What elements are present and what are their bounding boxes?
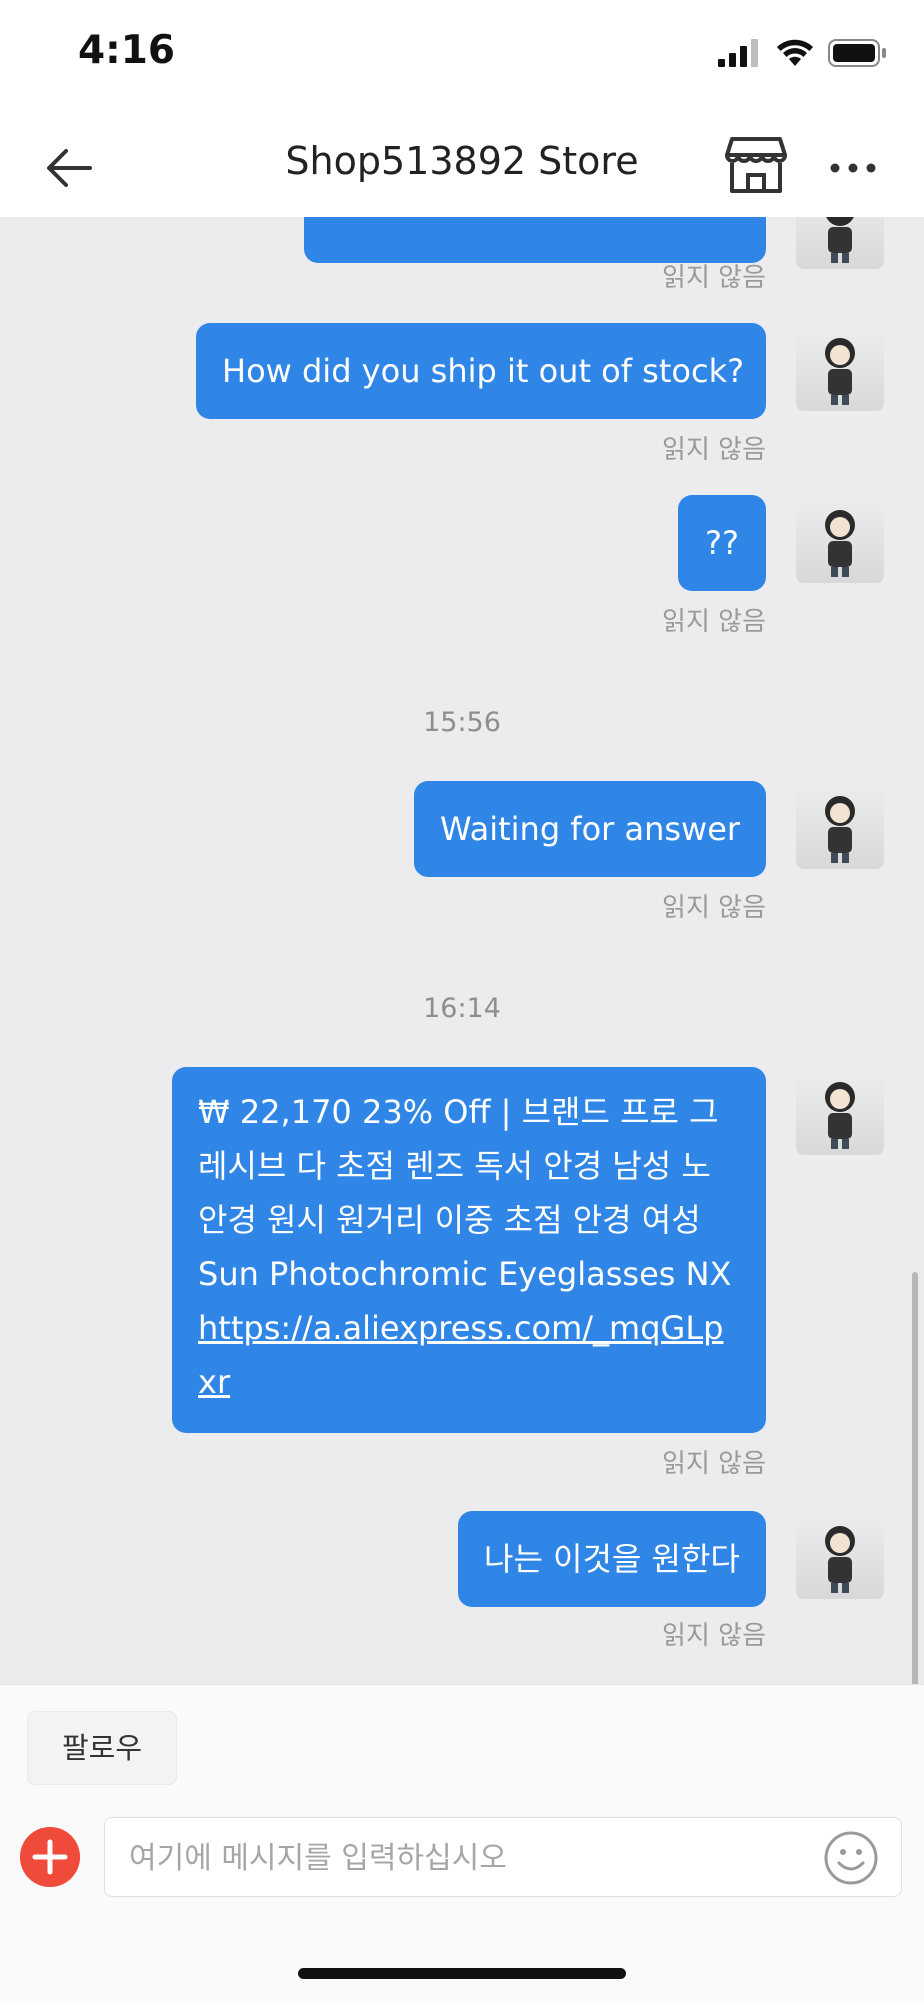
avatar[interactable]	[796, 495, 884, 583]
message-bubble[interactable]: 나는 이것을 원한다	[458, 1511, 766, 1607]
follow-button[interactable]: 팔로우	[27, 1711, 177, 1785]
wifi-icon	[777, 39, 813, 66]
message-input[interactable]	[127, 1818, 811, 1898]
read-status: 읽지 않음	[662, 607, 766, 637]
user-avatar-icon	[825, 1526, 855, 1593]
avatar[interactable]	[796, 781, 884, 869]
chat-scrollbar[interactable]	[912, 1272, 918, 1684]
store-icon[interactable]	[724, 135, 788, 195]
product-share-text: ₩ 22,170 23% Off | 브랜드 프로 그레시브 다 초점 렌즈 독…	[198, 1093, 732, 1293]
status-bar: 4:16	[0, 0, 924, 115]
user-avatar-icon	[826, 217, 854, 263]
emoji-icon[interactable]	[823, 1830, 879, 1886]
read-status: 읽지 않음	[662, 263, 766, 293]
message-composer: 팔로우	[0, 1684, 924, 2001]
add-attachment-icon[interactable]	[20, 1827, 80, 1887]
user-avatar-icon	[825, 338, 855, 405]
home-indicator[interactable]	[298, 1968, 626, 1979]
read-status: 읽지 않음	[662, 1621, 766, 1651]
timestamp-separator: 15:56	[423, 707, 501, 738]
user-avatar-icon	[825, 510, 855, 577]
message-bubble[interactable]: Waiting for answer	[414, 781, 766, 877]
cellular-signal-icon	[718, 39, 758, 67]
product-link[interactable]: https://a.aliexpress.com/_mqGLpxr	[198, 1301, 740, 1409]
message-bubble[interactable]: How did you ship it out of stock?	[196, 323, 766, 419]
message-bubble[interactable]: ??	[678, 495, 766, 591]
read-status: 읽지 않음	[662, 435, 766, 465]
user-avatar-icon	[825, 1082, 855, 1149]
user-avatar-icon	[825, 796, 855, 863]
read-status: 읽지 않음	[662, 893, 766, 923]
more-options-icon[interactable]	[828, 143, 878, 193]
read-status: 읽지 않음	[662, 1449, 766, 1479]
battery-icon	[828, 39, 886, 67]
avatar[interactable]	[796, 323, 884, 411]
timestamp-separator: 16:14	[423, 993, 501, 1024]
chat-header: Shop513892 Store	[0, 115, 924, 218]
avatar[interactable]	[796, 217, 884, 269]
message-input-box[interactable]	[104, 1817, 902, 1898]
status-icons	[718, 38, 888, 68]
status-time: 4:16	[78, 28, 176, 73]
avatar[interactable]	[796, 1511, 884, 1599]
product-share-bubble[interactable]: ₩ 22,170 23% Off | 브랜드 프로 그레시브 다 초점 렌즈 독…	[172, 1067, 766, 1433]
avatar[interactable]	[796, 1067, 884, 1155]
chat-message-list[interactable]: 읽지 않음 How did you ship it out of stock? …	[0, 217, 924, 1684]
